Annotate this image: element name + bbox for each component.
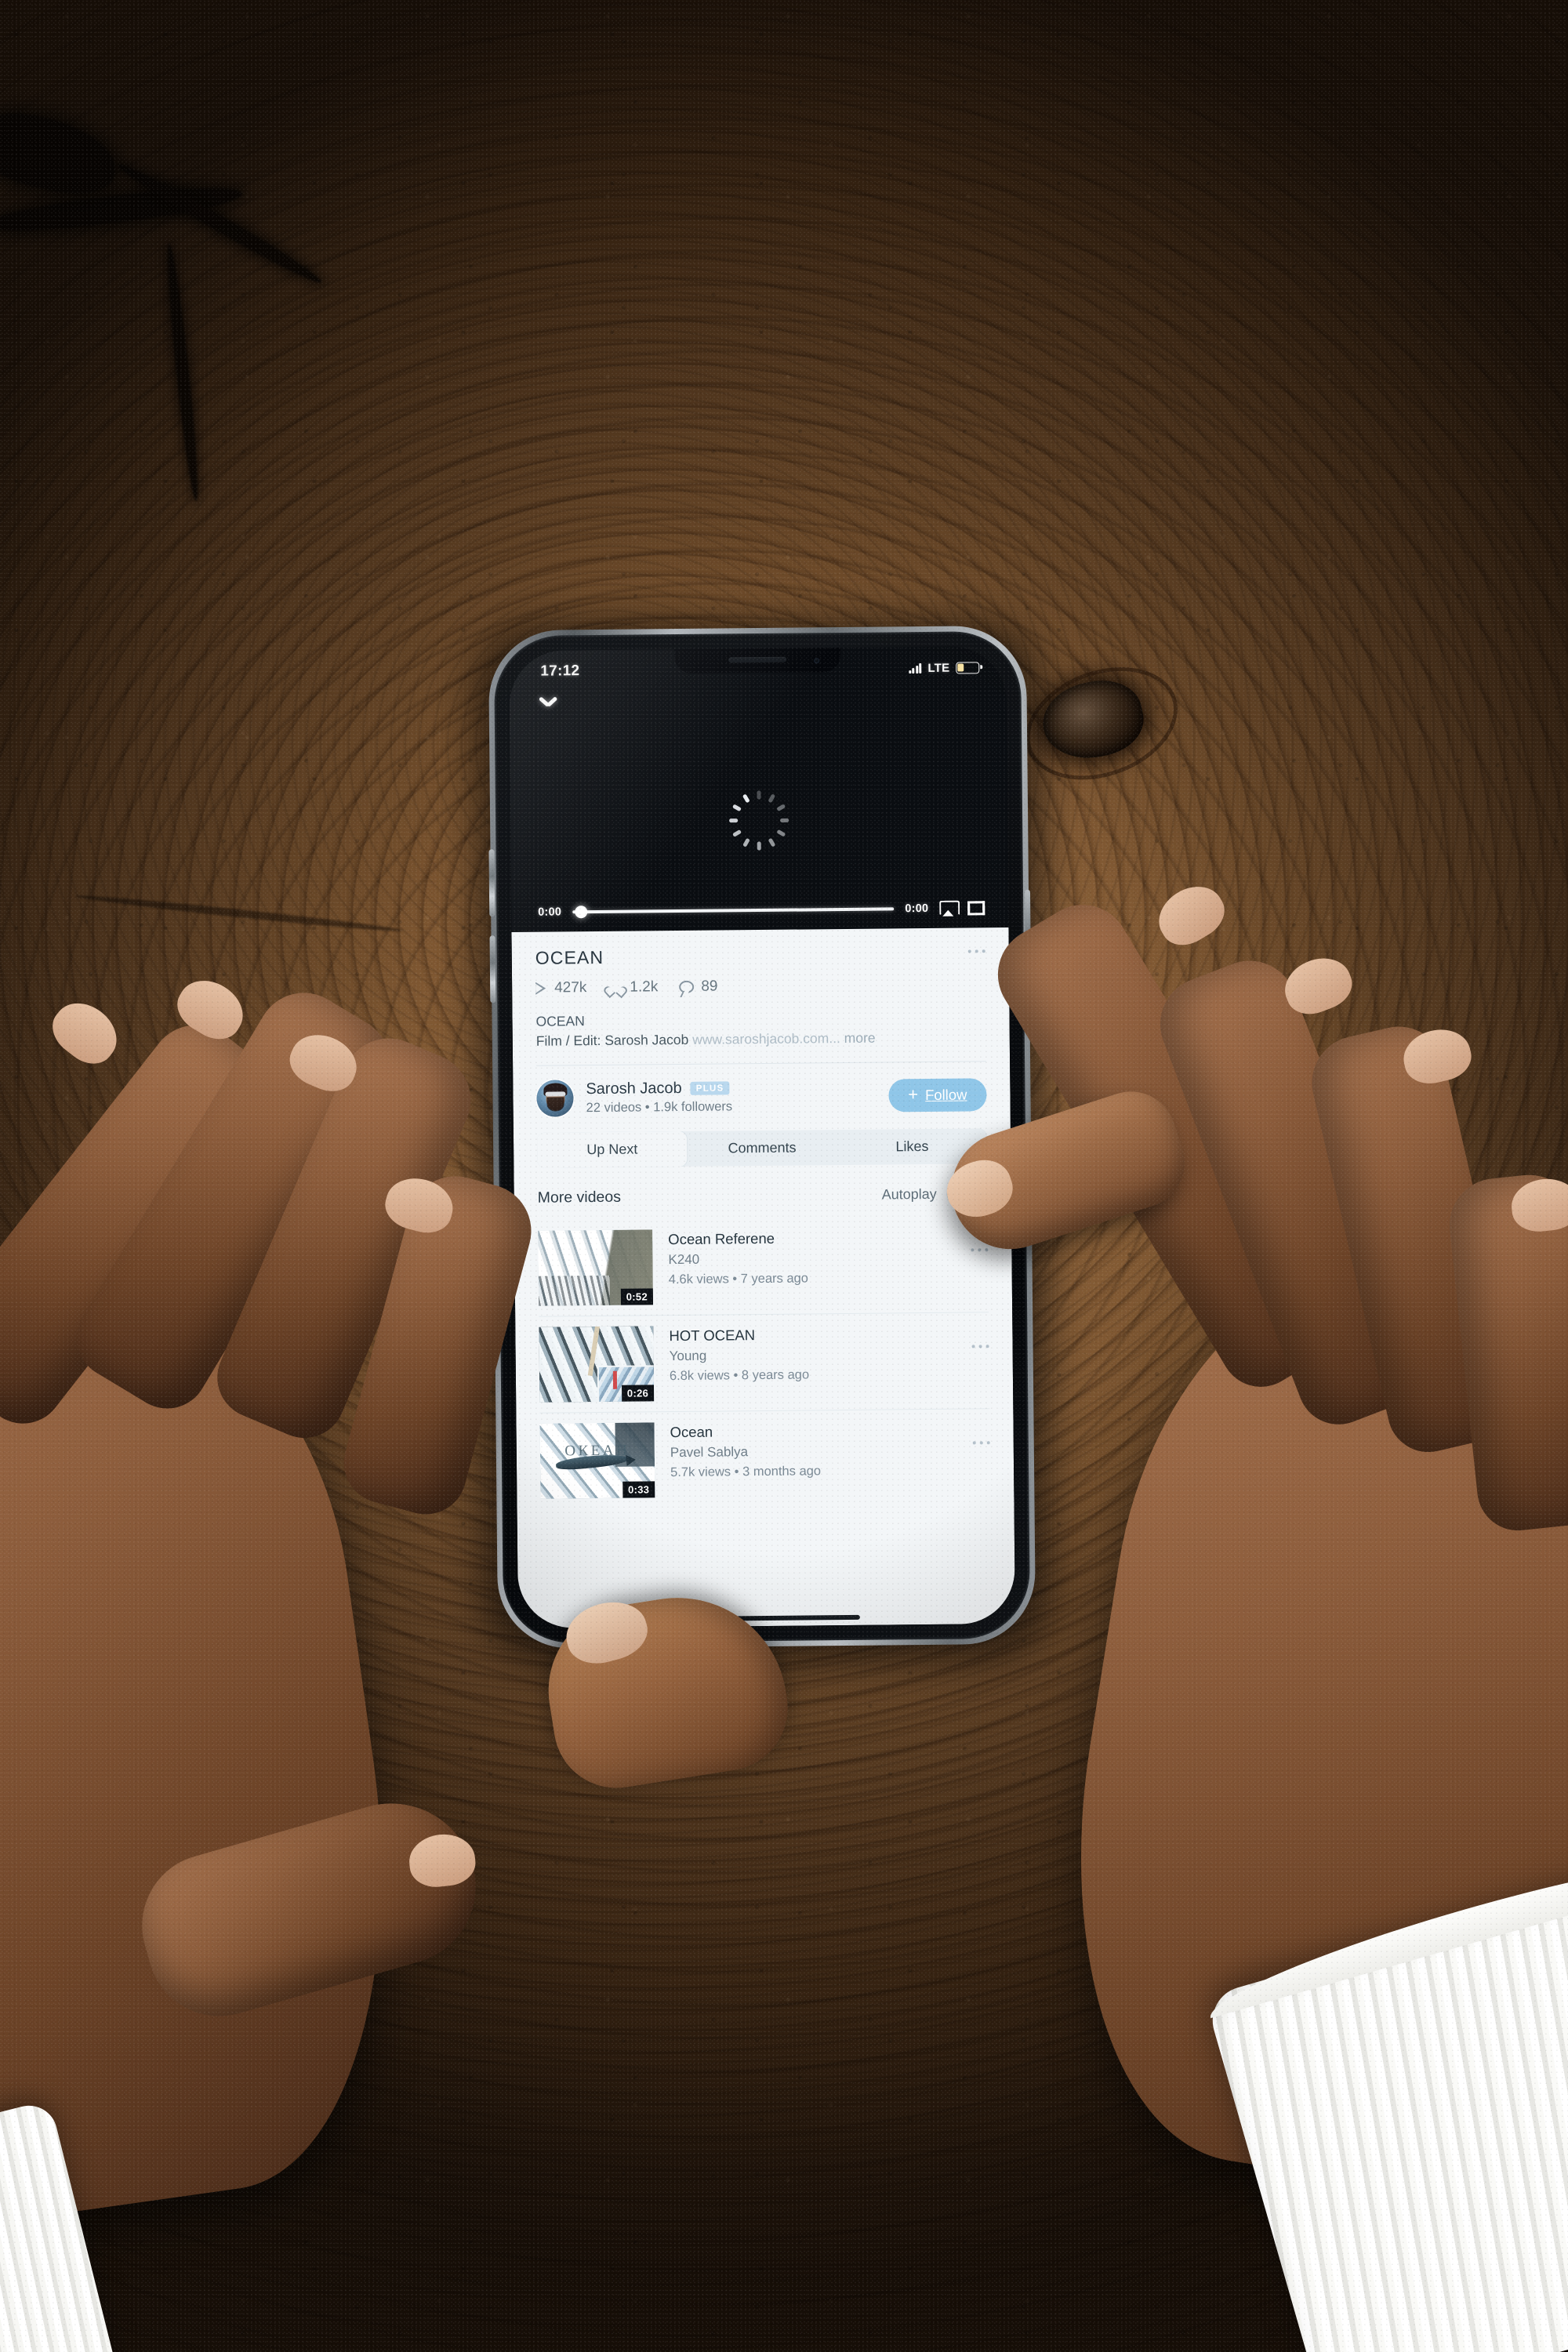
right-hand	[831, 875, 1568, 2352]
photo-scene: 17:12 LTE 0:00	[0, 0, 1568, 2352]
